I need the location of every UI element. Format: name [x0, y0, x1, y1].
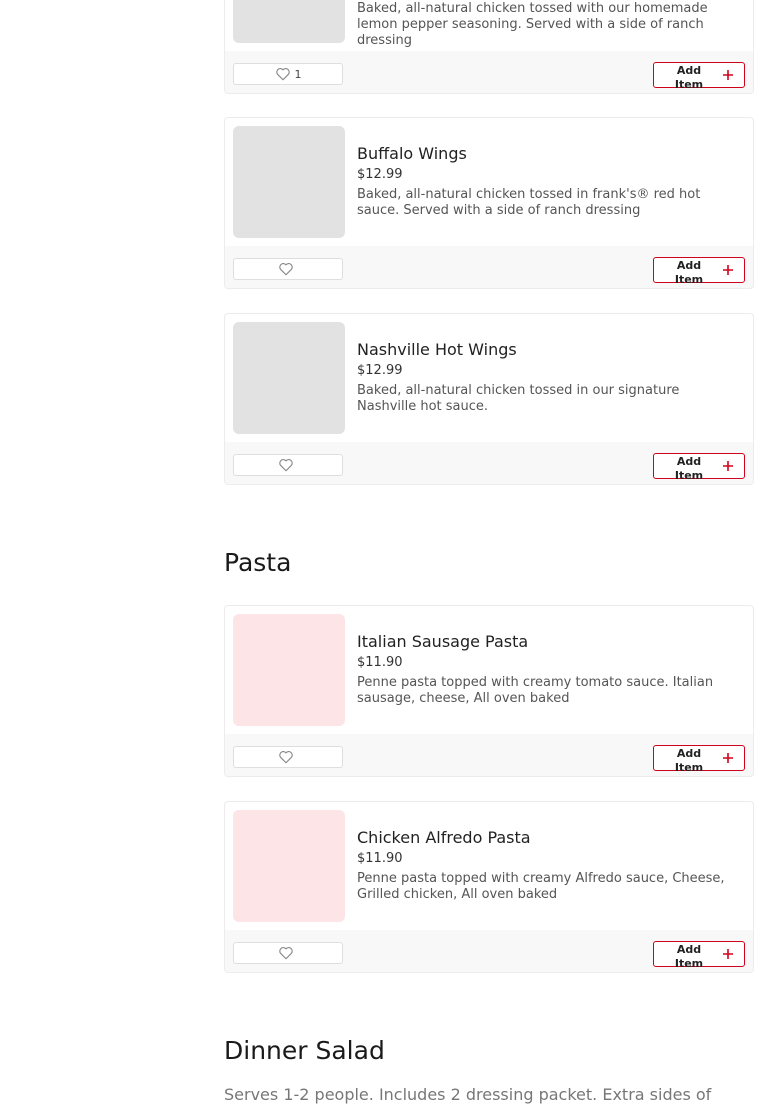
favorite-count: 1 [294, 67, 302, 81]
menu-item-card[interactable]: Chicken Alfredo Pasta $11.90 Penne pasta… [224, 801, 754, 973]
item-footer: Add Item [225, 734, 753, 776]
item-name: Nashville Hot Wings [357, 340, 517, 359]
add-item-label: Add Item [674, 455, 704, 482]
favorite-button[interactable] [233, 258, 343, 280]
heart-outline-icon [279, 459, 293, 472]
menu-item-card[interactable]: Baked, all-natural chicken tossed with o… [224, 0, 754, 94]
item-image [233, 322, 345, 434]
item-footer: Add Item [225, 246, 753, 288]
add-item-button[interactable]: Add Item [653, 745, 745, 774]
item-name: Chicken Alfredo Pasta [357, 828, 531, 847]
item-footer: Add Item [225, 930, 753, 972]
plus-icon [723, 265, 733, 275]
item-price: $12.99 [357, 167, 403, 182]
add-item-button[interactable]: Add Item [653, 257, 745, 286]
menu-item-card[interactable]: Buffalo Wings $12.99 Baked, all-natural … [224, 117, 754, 289]
item-name: Buffalo Wings [357, 144, 467, 163]
item-image [233, 614, 345, 726]
item-name: Italian Sausage Pasta [357, 632, 529, 651]
item-image [233, 126, 345, 238]
plus-icon [723, 70, 733, 80]
section-title-pasta: Pasta [224, 548, 292, 577]
item-price: $12.99 [357, 363, 403, 378]
plus-icon [723, 753, 733, 763]
heart-outline-icon [279, 751, 293, 764]
add-item-label: Add Item [674, 64, 704, 91]
item-description: Baked, all-natural chicken tossed with o… [357, 1, 708, 48]
add-item-button[interactable]: Add Item [653, 62, 745, 91]
item-footer: 1 Add Item [225, 51, 753, 93]
plus-icon [723, 461, 733, 471]
favorite-button[interactable] [233, 454, 343, 476]
section-title-dinner-salad: Dinner Salad [224, 1036, 385, 1065]
heart-outline-icon [275, 68, 290, 81]
item-description: Baked, all-natural chicken tossed in our… [357, 383, 680, 414]
heart-outline-icon [279, 263, 293, 276]
item-description: Penne pasta topped with creamy Alfredo s… [357, 871, 725, 902]
favorite-button[interactable]: 1 [233, 63, 343, 85]
item-description: Penne pasta topped with creamy tomato sa… [357, 675, 714, 706]
heart-outline-icon [279, 947, 293, 960]
section-description: Serves 1-2 people. Includes 2 dressing p… [224, 1085, 712, 1104]
favorite-button[interactable] [233, 942, 343, 964]
add-item-label: Add Item [674, 259, 704, 286]
menu-item-card[interactable]: Nashville Hot Wings $12.99 Baked, all-na… [224, 313, 754, 485]
item-footer: Add Item [225, 442, 753, 484]
item-image [233, 0, 345, 43]
item-price: $11.90 [357, 851, 403, 866]
item-description: Baked, all-natural chicken tossed in fra… [357, 187, 701, 218]
item-image [233, 810, 345, 922]
plus-icon [723, 949, 733, 959]
item-price: $11.90 [357, 655, 403, 670]
add-item-label: Add Item [674, 747, 704, 774]
add-item-label: Add Item [674, 943, 704, 970]
add-item-button[interactable]: Add Item [653, 453, 745, 482]
add-item-button[interactable]: Add Item [653, 941, 745, 970]
favorite-button[interactable] [233, 746, 343, 768]
menu-item-card[interactable]: Italian Sausage Pasta $11.90 Penne pasta… [224, 605, 754, 777]
